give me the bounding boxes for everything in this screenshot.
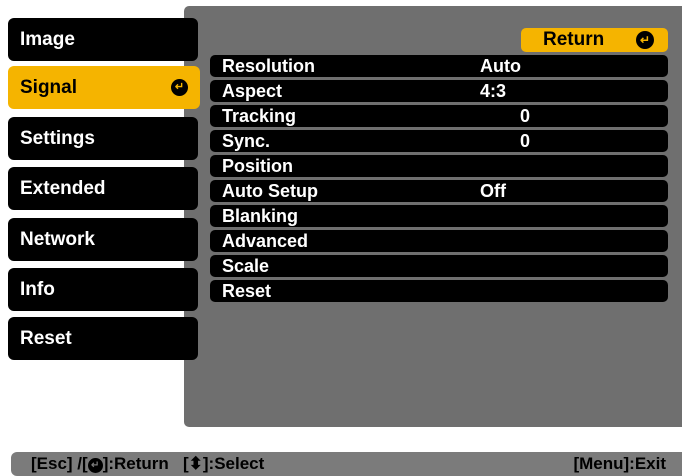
setting-label: Auto Setup [222, 181, 318, 201]
setting-label: Scale [222, 256, 270, 276]
help-exit: [Menu]:Exit [573, 454, 666, 473]
menu-item-label: Info [20, 279, 55, 300]
help-esc-key: [Esc] [31, 454, 73, 473]
menu-item-network[interactable]: Network [8, 218, 198, 261]
setting-row-resolution[interactable]: Resolution Auto [210, 55, 668, 77]
setting-row-tracking[interactable]: Tracking 0 [210, 105, 668, 127]
menu-item-label: Signal [20, 77, 78, 98]
setting-row-auto-setup[interactable]: Auto Setup Off [210, 180, 668, 202]
setting-label: Blanking [222, 206, 299, 226]
menu-item-label: Image [20, 29, 75, 50]
setting-value: 4:3 [480, 81, 507, 101]
setting-label: Aspect [222, 81, 283, 101]
enter-icon: ↵ [171, 79, 188, 96]
menu-item-label: Reset [20, 328, 72, 349]
setting-label: Sync. [222, 131, 271, 151]
return-button[interactable]: Return ↵ [521, 28, 668, 52]
setting-row-reset[interactable]: Reset [210, 280, 668, 302]
setting-label: Resolution [222, 56, 315, 76]
help-bar-left: [Esc] /[↵]:Return [⬍]:Select [31, 452, 264, 476]
setting-label: Reset [222, 281, 272, 301]
menu-item-label: Network [20, 229, 95, 250]
setting-row-scale[interactable]: Scale [210, 255, 668, 277]
setting-row-position[interactable]: Position [210, 155, 668, 177]
help-return-suffix: ]:Return [102, 454, 169, 473]
menu-item-signal[interactable]: Signal ↵ [8, 66, 200, 109]
help-select-prefix: [ [168, 454, 189, 473]
menu-item-settings[interactable]: Settings [8, 117, 198, 160]
menu-item-extended[interactable]: Extended [8, 167, 198, 210]
setting-row-aspect[interactable]: Aspect 4:3 [210, 80, 668, 102]
projector-menu-screen: Image Signal ↵ Settings Extended Network… [0, 0, 682, 476]
setting-value: 0 [520, 106, 531, 126]
setting-value: 0 [520, 131, 531, 151]
setting-row-sync[interactable]: Sync. 0 [210, 130, 668, 152]
setting-row-blanking[interactable]: Blanking [210, 205, 668, 227]
menu-item-label: Settings [20, 128, 95, 149]
menu-item-label: Extended [20, 178, 106, 199]
help-select-suffix: ]:Select [202, 454, 265, 473]
setting-label: Advanced [222, 231, 309, 251]
setting-label: Tracking [222, 106, 297, 126]
enter-icon: ↵ [87, 458, 103, 473]
up-down-arrow-icon: ⬍ [188, 454, 203, 473]
menu-item-image[interactable]: Image [8, 18, 198, 61]
help-return-prefix: /[ [72, 454, 88, 473]
help-bar: [Esc] /[↵]:Return [⬍]:Select [Menu]:Exit [11, 452, 682, 476]
enter-icon: ↵ [636, 31, 654, 49]
setting-value: Off [480, 181, 506, 201]
setting-label: Position [222, 156, 293, 176]
menu-item-info[interactable]: Info [8, 268, 198, 311]
setting-value: Auto [480, 56, 521, 76]
menu-item-reset[interactable]: Reset [8, 317, 198, 360]
return-label: Return [543, 29, 605, 50]
setting-row-advanced[interactable]: Advanced [210, 230, 668, 252]
